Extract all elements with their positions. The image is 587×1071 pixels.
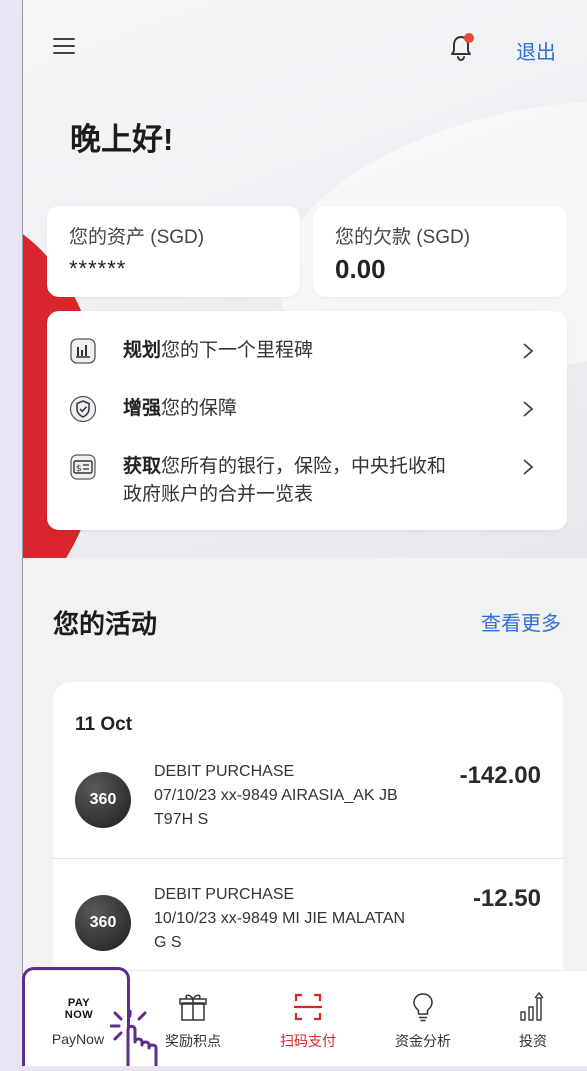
chevron-right-icon (520, 337, 536, 365)
action-text-consolidate: 获取您所有的银行，保险，中央托收和 政府账户的合并一览表 (123, 456, 447, 505)
bell-icon[interactable] (443, 30, 479, 66)
activity-title: 您的活动 (53, 609, 158, 639)
tap-hand-icon (109, 1008, 172, 1066)
transaction-amount: -142.00 (459, 762, 541, 789)
transaction-description: DEBIT PURCHASE 07/10/23 xx-9849 AIRASIA_… (154, 763, 398, 828)
gift-icon (178, 991, 208, 1023)
bank-360-icon: 360 (75, 772, 131, 828)
growth-chart-icon (518, 991, 548, 1023)
row-divider (53, 858, 563, 859)
bank-360-icon: 360 (75, 895, 131, 951)
assets-label: 您的资产 (SGD) (69, 227, 205, 248)
debt-value: 0.00 (335, 254, 386, 284)
tab-scan-pay[interactable]: 扫码支付 (253, 971, 363, 1066)
tab-label: 资金分析 (395, 1033, 451, 1049)
actions-card: 规划您的下一个里程碑 增强您的保障 $ 获取您所有的银行，保险，中央托收和 政府… (47, 311, 567, 530)
phone-screen: 退出 晚上好! 您的资产 (SGD) ****** 您的欠款 (SGD) 0.0… (22, 0, 587, 1066)
tab-invest[interactable]: 投资 (478, 971, 587, 1066)
debt-label: 您的欠款 (SGD) (335, 227, 471, 248)
notification-dot (464, 33, 474, 43)
dollar-bill-icon: $ (69, 453, 97, 481)
transaction-description: DEBIT PURCHASE 10/10/23 xx-9849 MI JIE M… (154, 886, 406, 951)
chevron-right-icon (520, 395, 536, 423)
greeting-title: 晚上好! (70, 122, 174, 157)
hamburger-icon[interactable] (53, 38, 75, 56)
assets-value: ****** (69, 256, 127, 281)
debt-card[interactable]: 您的欠款 (SGD) 0.00 (313, 206, 567, 297)
logout-button[interactable]: 退出 (516, 36, 556, 65)
action-text-plan: 规划您的下一个里程碑 (123, 340, 314, 361)
svg-text:$: $ (76, 464, 82, 474)
assets-card[interactable]: 您的资产 (SGD) ****** (47, 206, 300, 297)
tab-label: 扫码支付 (280, 1033, 336, 1049)
shield-check-icon (69, 395, 97, 423)
chevron-right-icon (520, 453, 536, 481)
lightbulb-icon (408, 991, 438, 1023)
action-text-protect: 增强您的保障 (123, 398, 238, 419)
bar-chart-icon (69, 337, 97, 365)
tab-label: 投资 (519, 1033, 547, 1049)
tab-fund-analysis[interactable]: 资金分析 (368, 971, 478, 1066)
activity-date: 11 Oct (75, 714, 133, 735)
see-more-link[interactable]: 查看更多 (481, 607, 561, 636)
transaction-amount: -12.50 (472, 885, 541, 912)
scan-qr-icon (293, 991, 323, 1023)
